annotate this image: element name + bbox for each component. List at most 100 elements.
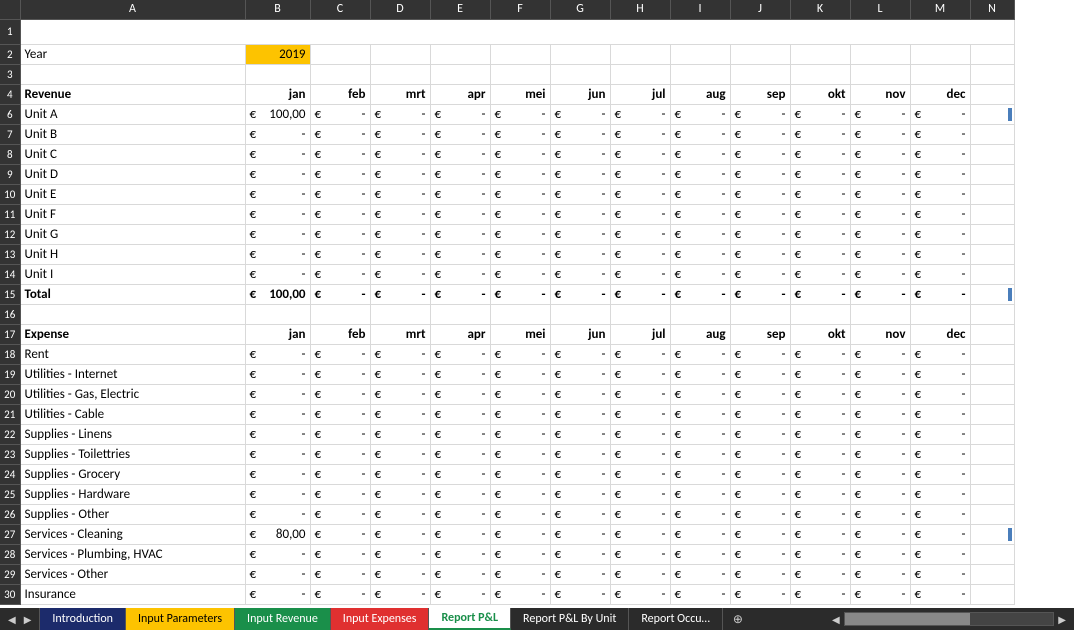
cell[interactable]: €- [730,424,790,444]
cell[interactable]: €- [370,284,430,304]
cell[interactable]: €- [550,444,610,464]
cell[interactable] [610,64,670,84]
cell[interactable]: €- [850,284,910,304]
cell[interactable]: €- [850,224,910,244]
sheet-tab[interactable]: Input Revenue [235,608,331,630]
cell[interactable]: €- [370,544,430,564]
cell[interactable]: €- [850,404,910,424]
cell[interactable]: €- [670,384,730,404]
cell[interactable]: €- [790,224,850,244]
cell[interactable] [490,64,550,84]
cell[interactable]: €- [610,164,670,184]
cell[interactable]: €- [245,484,310,504]
cell[interactable]: €- [310,224,370,244]
cell[interactable]: €- [910,164,970,184]
cell[interactable]: €- [730,364,790,384]
cell[interactable]: nov [850,84,910,104]
cell[interactable]: €- [370,464,430,484]
cell[interactable]: €- [790,164,850,184]
cell[interactable] [970,164,1014,184]
row-header[interactable]: 7 [0,124,20,144]
sheet-tab[interactable]: Input Parameters [126,608,235,630]
cell[interactable]: €- [430,184,490,204]
column-header[interactable]: H [610,0,670,19]
sheet-tab[interactable]: Report Occu… [629,608,723,630]
cell[interactable]: €- [610,504,670,524]
column-header[interactable]: E [430,0,490,19]
cell[interactable]: €- [245,404,310,424]
scroll-right-icon[interactable]: ▶ [1054,613,1070,626]
row-header[interactable]: 1 [0,19,20,44]
cell[interactable]: €- [245,184,310,204]
cell[interactable]: €- [370,564,430,584]
cell[interactable]: €- [790,424,850,444]
cell[interactable]: €- [610,364,670,384]
cell[interactable]: €- [490,484,550,504]
cell[interactable]: €- [370,504,430,524]
column-header[interactable]: D [370,0,430,19]
cell[interactable] [970,64,1014,84]
cell[interactable]: €- [610,104,670,124]
cell[interactable]: €- [430,564,490,584]
cell[interactable]: €- [370,584,430,604]
cell[interactable]: €- [670,104,730,124]
cell[interactable]: €- [310,504,370,524]
cell[interactable]: €- [245,124,310,144]
cell[interactable]: €- [610,344,670,364]
cell[interactable]: €- [850,524,910,544]
cell[interactable]: Unit A [20,104,245,124]
cell[interactable] [970,284,1014,304]
cell[interactable]: €- [790,264,850,284]
cell[interactable] [550,64,610,84]
cell[interactable]: Unit H [20,244,245,264]
cell[interactable]: €- [245,564,310,584]
cell[interactable]: €- [245,204,310,224]
tab-prev-icon[interactable]: ◀ [8,613,16,626]
cell[interactable]: €- [370,184,430,204]
cell[interactable]: €- [730,464,790,484]
cell[interactable]: €- [910,224,970,244]
cell[interactable]: €- [610,564,670,584]
row-header[interactable]: 27 [0,524,20,544]
row-header[interactable]: 10 [0,184,20,204]
cell[interactable]: €- [730,564,790,584]
cell[interactable]: Utilities - Gas, Electric [20,384,245,404]
cell[interactable]: €- [910,404,970,424]
cell[interactable]: €- [730,284,790,304]
cell[interactable] [970,204,1014,224]
cell[interactable]: €- [730,204,790,224]
cell[interactable]: €- [490,204,550,224]
cell[interactable]: €- [730,244,790,264]
row-header[interactable]: 12 [0,224,20,244]
cell[interactable]: €- [370,404,430,424]
cell[interactable]: €- [910,104,970,124]
cell[interactable]: €- [370,164,430,184]
cell[interactable]: €- [310,184,370,204]
cell[interactable] [970,564,1014,584]
cell[interactable]: €- [730,384,790,404]
cell[interactable]: €- [370,124,430,144]
cell[interactable]: jan [245,84,310,104]
cell[interactable] [910,64,970,84]
cell[interactable]: €- [490,284,550,304]
cell[interactable] [310,64,370,84]
cell[interactable]: €- [670,244,730,264]
cell[interactable]: €- [670,524,730,544]
cell[interactable] [670,44,730,64]
cell[interactable]: €- [310,384,370,404]
cell[interactable]: €- [610,544,670,564]
cell[interactable]: €- [610,384,670,404]
row-header[interactable]: 13 [0,244,20,264]
column-header[interactable]: C [310,0,370,19]
cell[interactable]: mei [490,324,550,344]
cell[interactable]: €- [550,124,610,144]
cell[interactable]: €- [610,464,670,484]
cell[interactable]: €- [430,524,490,544]
cell[interactable] [245,304,310,324]
cell[interactable]: €- [490,384,550,404]
cell[interactable]: €- [610,284,670,304]
cell[interactable]: €- [730,584,790,604]
cell[interactable] [970,584,1014,604]
row-header[interactable]: 28 [0,544,20,564]
cell[interactable]: €- [370,524,430,544]
